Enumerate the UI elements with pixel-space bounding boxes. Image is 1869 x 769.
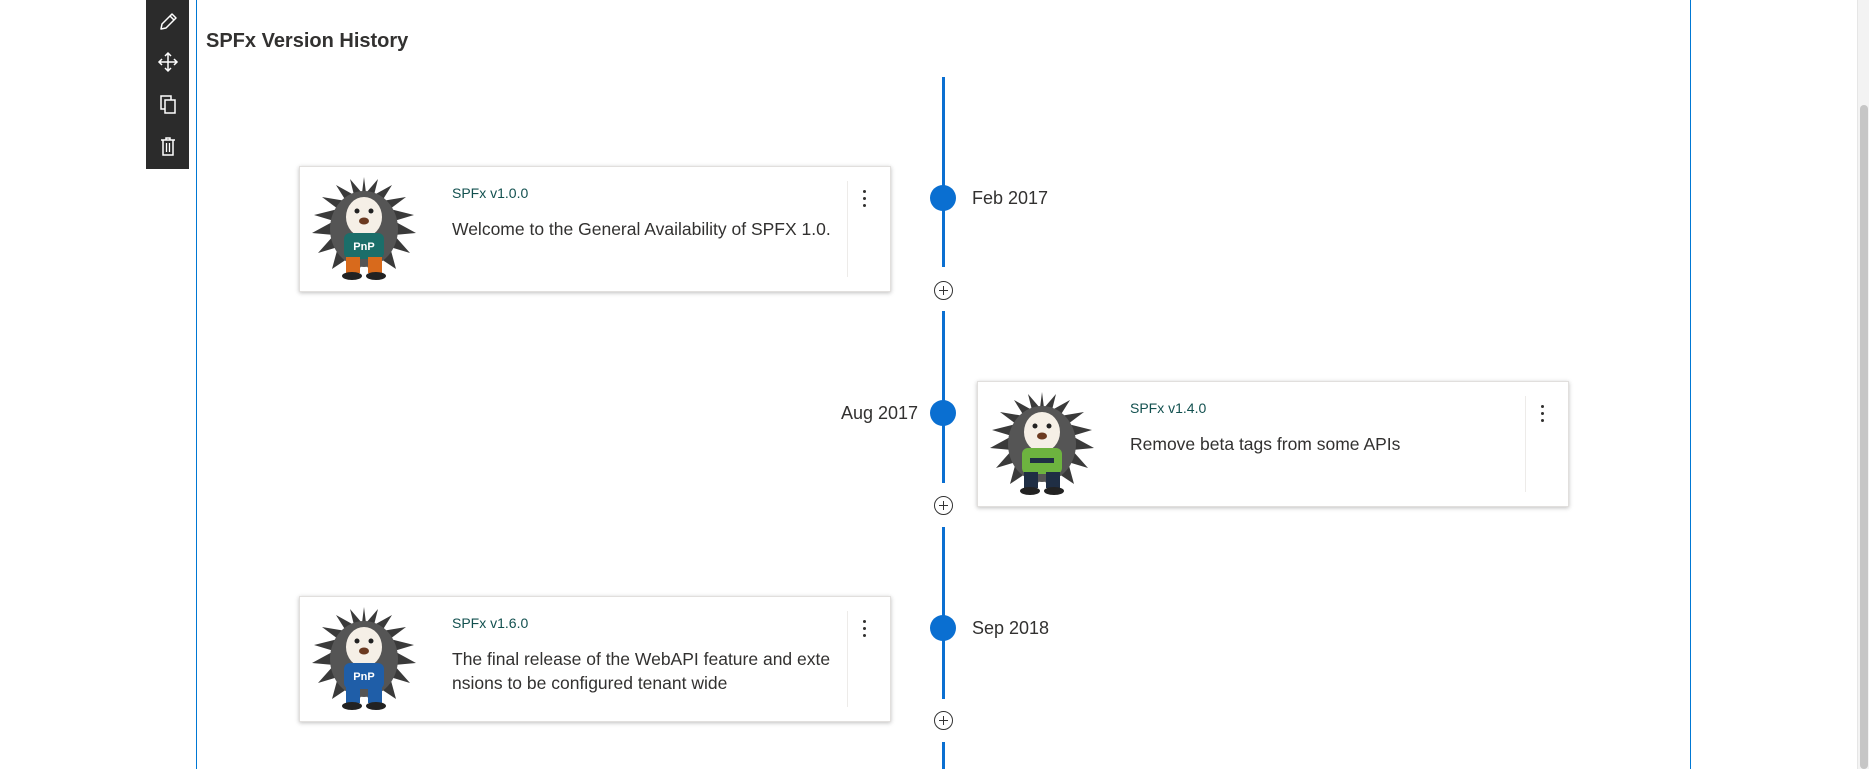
timeline-line [942, 527, 945, 699]
scrollbar-thumb[interactable] [1860, 105, 1868, 769]
edit-webpart-button[interactable] [146, 0, 189, 43]
card-divider [847, 181, 848, 277]
timeline-card: PnP SPFx v1.0.0 Welcome to the General A… [299, 166, 891, 292]
page: SPFx Version History Feb 2017 PnP SPFx v… [0, 0, 1869, 769]
card-title[interactable]: SPFx v1.4.0 [1130, 400, 1206, 416]
timeline-dot [930, 615, 956, 641]
card-divider [847, 611, 848, 707]
event-date: Aug 2017 [841, 403, 919, 423]
pnp-mascot-image: PnP [312, 607, 416, 710]
copy-icon [159, 94, 176, 114]
pencil-icon [159, 12, 177, 30]
add-event-button[interactable] [934, 281, 953, 300]
more-options-button[interactable] [1532, 402, 1554, 426]
event-date: Feb 2017 [972, 188, 1049, 208]
svg-text:PnP: PnP [353, 241, 374, 253]
card-description: The final release of the WebAPI feature … [452, 649, 831, 693]
more-options-button[interactable] [854, 187, 876, 211]
delete-webpart-button[interactable] [146, 124, 189, 167]
svg-text:PnP: PnP [353, 671, 374, 683]
trash-icon [160, 136, 175, 156]
timeline-card: PnP SPFx v1.6.0 The final release of the… [299, 596, 891, 722]
event-date: Sep 2018 [972, 618, 1050, 638]
card-description: Remove beta tags from some APIs [1130, 434, 1401, 454]
timeline-dot [930, 185, 956, 211]
add-event-button[interactable] [934, 496, 953, 515]
webpart-toolbar [146, 0, 189, 169]
timeline-line [942, 742, 945, 769]
pnp-mascot-image: PnP [312, 177, 416, 280]
webpart-title: SPFx Version History [206, 30, 409, 52]
timeline-line [942, 311, 945, 483]
add-event-button[interactable] [934, 711, 953, 730]
card-title[interactable]: SPFx v1.0.0 [452, 185, 528, 201]
vertical-scrollbar[interactable] [1857, 0, 1869, 769]
card-title[interactable]: SPFx v1.6.0 [452, 615, 528, 631]
pnp-mascot-image [990, 392, 1094, 495]
more-options-button[interactable] [854, 617, 876, 641]
timeline-line [942, 77, 945, 267]
move-icon [157, 51, 178, 72]
move-webpart-button[interactable] [146, 40, 189, 83]
card-description: Welcome to the General Availability of S… [452, 219, 831, 239]
duplicate-webpart-button[interactable] [146, 82, 189, 125]
timeline-card: SPFx v1.4.0 Remove beta tags from some A… [977, 381, 1569, 507]
card-divider [1525, 396, 1526, 492]
timeline-dot [930, 400, 956, 426]
